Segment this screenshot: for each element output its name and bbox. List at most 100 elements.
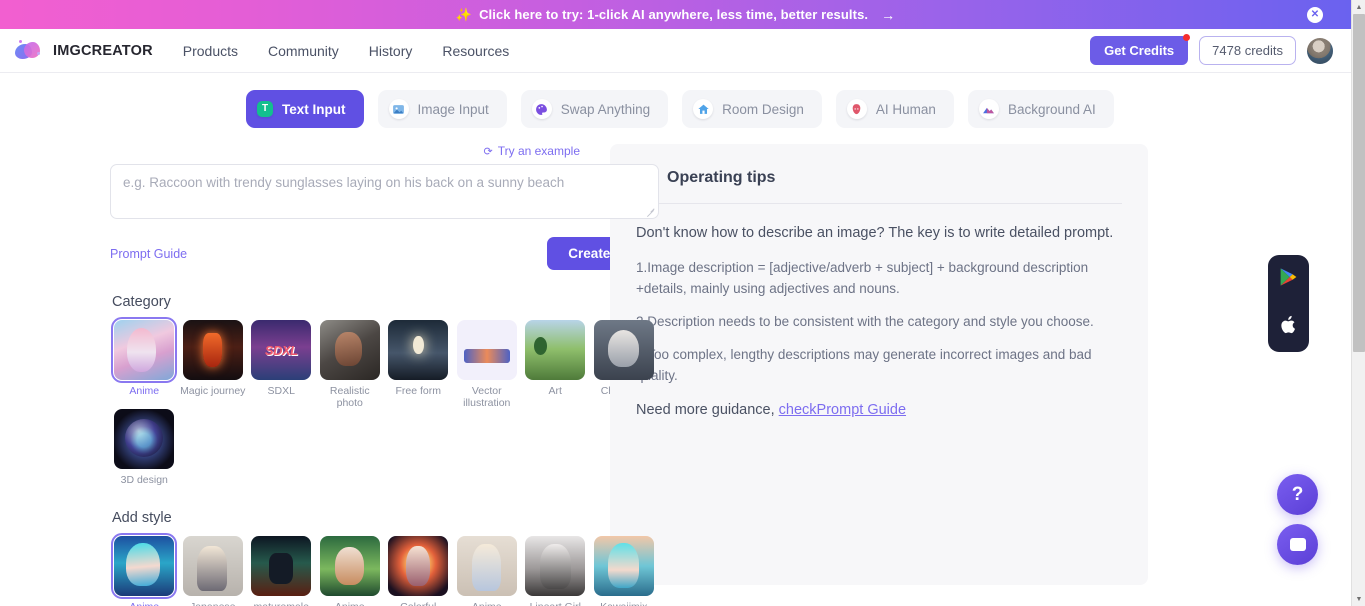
- resize-handle[interactable]: [646, 207, 655, 216]
- get-credits-label: Get Credits: [1104, 43, 1175, 58]
- operating-tips-card: Operating tips Don't know how to describ…: [610, 144, 1148, 585]
- scroll-down-icon[interactable]: ▼: [1352, 592, 1365, 606]
- tab-room-design[interactable]: Room Design: [682, 90, 822, 128]
- style-section-title: Add style: [112, 510, 172, 526]
- page-root: ✨ Click here to try: 1-click AI anywhere…: [0, 0, 1351, 606]
- category-item[interactable]: Anime: [110, 317, 179, 409]
- nav-item-community[interactable]: Community: [268, 43, 339, 59]
- category-label: Realistic photo: [329, 385, 370, 409]
- sparkles-icon: ✨: [455, 7, 473, 22]
- style-thumbnail: [525, 536, 586, 596]
- category-item[interactable]: SDXL: [247, 320, 316, 409]
- style-item[interactable]: Kawaiimix Girl: [590, 536, 659, 606]
- main-content: ⟳ Try an example e.g. Raccoon with trend…: [0, 128, 1351, 606]
- style-label: Japanese Anime: [180, 601, 246, 606]
- try-example-link[interactable]: Try an example: [498, 144, 580, 158]
- style-label: Anime Drawing: [317, 601, 383, 606]
- question-mark-icon: ?: [1291, 483, 1304, 505]
- category-item[interactable]: Art: [521, 320, 590, 409]
- prompt-guide-link[interactable]: Prompt Guide: [110, 247, 187, 261]
- style-thumbnail: [111, 533, 178, 599]
- scroll-up-icon[interactable]: ▲: [1352, 0, 1365, 14]
- style-label: Anime Vivacity: [111, 601, 177, 606]
- category-thumbnail: [388, 320, 449, 380]
- style-thumbnail: [456, 536, 517, 596]
- tab-ai-human[interactable]: AI Human: [835, 90, 954, 128]
- header-actions: Get Credits 7478 credits: [1090, 34, 1333, 65]
- category-thumbnail: [593, 320, 654, 380]
- divider: [636, 203, 1122, 204]
- tips-item-2: 2.Description needs to be consistent wit…: [636, 314, 1094, 329]
- avatar[interactable]: [1307, 37, 1333, 64]
- google-play-icon[interactable]: [1278, 266, 1299, 293]
- help-button[interactable]: ?: [1277, 474, 1318, 515]
- create-label: Create: [568, 246, 611, 261]
- nav-item-resources[interactable]: Resources: [442, 43, 509, 59]
- style-item[interactable]: Japanese Anime: [179, 536, 248, 606]
- browser-scrollbar[interactable]: ▲ ▼: [1351, 0, 1365, 606]
- category-label: Free form: [395, 385, 441, 397]
- notification-dot-icon: [1183, 34, 1191, 41]
- tab-label: Background AI: [1007, 101, 1096, 117]
- category-thumbnail: [525, 320, 586, 380]
- style-item[interactable]: Anime Classic: [453, 536, 522, 606]
- prompt-input[interactable]: e.g. Raccoon with trendy sunglasses layi…: [110, 164, 659, 219]
- tab-background-ai[interactable]: Background AI: [967, 90, 1114, 128]
- brand-logo[interactable]: IMGCREATOR: [14, 39, 153, 62]
- promo-banner[interactable]: ✨ Click here to try: 1-click AI anywhere…: [0, 0, 1351, 29]
- style-grid: Anime VivacityJapanese Animematuremale m…: [110, 533, 672, 606]
- brand-name: IMGCREATOR: [53, 42, 153, 59]
- style-item[interactable]: Anime Drawing: [316, 536, 385, 606]
- tips-lead: Don't know how to describe an image? The…: [636, 225, 1114, 241]
- palette-icon: [531, 99, 552, 119]
- category-item[interactable]: Free form: [384, 320, 453, 409]
- top-navigation: IMGCREATOR Products Community History Re…: [0, 29, 1351, 73]
- credits-balance[interactable]: 7478 credits: [1199, 36, 1296, 65]
- get-credits-button[interactable]: Get Credits: [1090, 34, 1191, 65]
- category-label: SDXL: [267, 385, 295, 397]
- style-label: Anime Classic: [454, 601, 520, 606]
- logo-icon: [14, 39, 44, 62]
- style-label: Lineart Girl: [522, 601, 588, 606]
- category-thumbnail: [251, 320, 312, 380]
- tab-label: Image Input: [417, 101, 489, 117]
- prompt-actions: Prompt Guide Create ⟶: [110, 237, 659, 270]
- apple-icon[interactable]: [1279, 314, 1299, 341]
- style-item[interactable]: Anime Vivacity: [110, 533, 179, 606]
- category-section-title: Category: [112, 294, 171, 310]
- chat-button[interactable]: [1277, 524, 1318, 565]
- nav-item-products[interactable]: Products: [183, 43, 238, 59]
- prompt-guide-link-tips[interactable]: checkPrompt Guide: [779, 402, 906, 418]
- tips-need-guidance: Need more guidance, checkPrompt Guide: [636, 402, 1122, 418]
- promo-banner-content: ✨ Click here to try: 1-click AI anywhere…: [456, 7, 895, 23]
- category-thumbnail: [111, 317, 178, 383]
- tab-text-input[interactable]: T Text Input: [246, 90, 364, 128]
- category-label: Vector illustration: [463, 385, 511, 409]
- tips-item-1: 1.Image description = [adjective/adverb …: [636, 260, 1089, 296]
- close-icon[interactable]: ✕: [1307, 6, 1323, 23]
- style-item[interactable]: Lineart Girl: [521, 536, 590, 606]
- category-item[interactable]: Realistic photo: [316, 320, 385, 409]
- style-label: Colorful: [385, 601, 451, 606]
- category-item[interactable]: 3D design: [110, 409, 179, 486]
- promo-banner-text: Click here to try: 1-click AI anywhere, …: [479, 7, 869, 22]
- category-item[interactable]: Vector illustration: [453, 320, 522, 409]
- prompt-placeholder: e.g. Raccoon with trendy sunglasses layi…: [123, 175, 565, 190]
- app-store-dock[interactable]: [1268, 255, 1309, 352]
- prompt-panel: ⟳ Try an example e.g. Raccoon with trend…: [0, 144, 659, 606]
- category-item[interactable]: Magic journey: [179, 320, 248, 409]
- house-icon: [693, 99, 714, 119]
- tips-panel: Operating tips Don't know how to describ…: [610, 144, 1148, 606]
- style-item[interactable]: Colorful: [384, 536, 453, 606]
- category-label: Anime: [129, 385, 160, 397]
- tab-swap-anything[interactable]: Swap Anything: [520, 90, 669, 128]
- style-item[interactable]: maturemale mix: [247, 536, 316, 606]
- style-thumbnail: [388, 536, 449, 596]
- tab-label: Room Design: [722, 101, 804, 117]
- tab-image-input[interactable]: Image Input: [377, 90, 507, 128]
- tab-label: Text Input: [282, 101, 346, 117]
- scrollbar-thumb[interactable]: [1353, 14, 1365, 352]
- style-thumbnail: [251, 536, 312, 596]
- nav-item-history[interactable]: History: [369, 43, 413, 59]
- style-thumbnail: [593, 536, 654, 596]
